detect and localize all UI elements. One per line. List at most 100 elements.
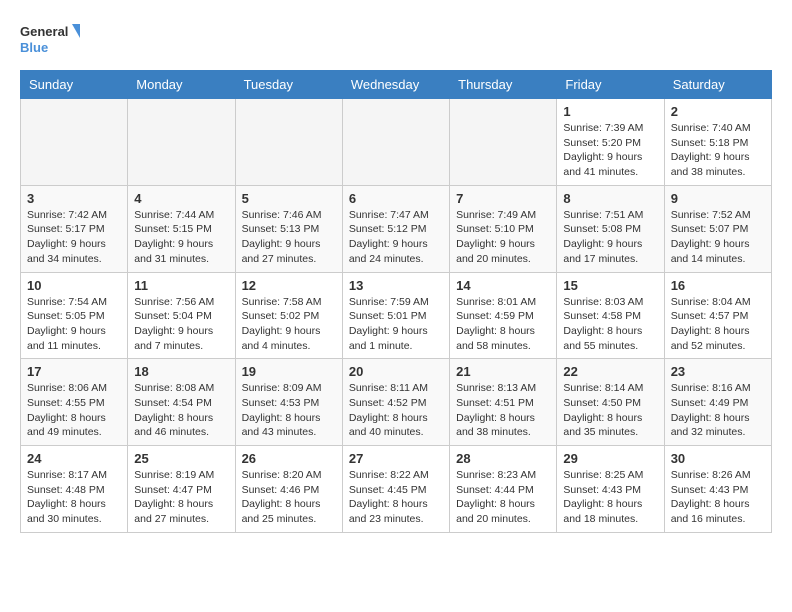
calendar-cell: 10 Sunrise: 7:54 AM Sunset: 5:05 PM Dayli… (21, 272, 128, 359)
day-number: 10 (27, 278, 121, 293)
day-number: 29 (563, 451, 657, 466)
header-monday: Monday (128, 71, 235, 99)
day-info: Sunrise: 7:46 AM Sunset: 5:13 PM Dayligh… (242, 208, 336, 267)
calendar-cell: 16 Sunrise: 8:04 AM Sunset: 4:57 PM Dayli… (664, 272, 771, 359)
day-number: 11 (134, 278, 228, 293)
calendar-cell (128, 99, 235, 186)
calendar-cell: 19 Sunrise: 8:09 AM Sunset: 4:53 PM Dayli… (235, 359, 342, 446)
day-info: Sunrise: 8:03 AM Sunset: 4:58 PM Dayligh… (563, 295, 657, 354)
week-row-4: 17Sunrise: 8:06 AM Sunset: 4:55 PM Dayli… (21, 359, 772, 446)
header-tuesday: Tuesday (235, 71, 342, 99)
day-number: 15 (563, 278, 657, 293)
calendar-cell: 11 Sunrise: 7:56 AM Sunset: 5:04 PM Dayli… (128, 272, 235, 359)
day-number: 22 (563, 364, 657, 379)
day-number: 28 (456, 451, 550, 466)
calendar-cell: 17Sunrise: 8:06 AM Sunset: 4:55 PM Dayli… (21, 359, 128, 446)
calendar-cell: 29Sunrise: 8:25 AM Sunset: 4:43 PM Dayli… (557, 446, 664, 533)
week-row-5: 24 Sunrise: 8:17 AM Sunset: 4:48 PM Dayli… (21, 446, 772, 533)
day-number: 19 (242, 364, 336, 379)
header-friday: Friday (557, 71, 664, 99)
week-row-1: 1 Sunrise: 7:39 AM Sunset: 5:20 PM Daylig… (21, 99, 772, 186)
day-info: Sunrise: 8:01 AM Sunset: 4:59 PM Dayligh… (456, 295, 550, 354)
day-info: Sunrise: 8:26 AM Sunset: 4:43 PM Dayligh… (671, 468, 765, 527)
week-row-2: 3Sunrise: 7:42 AM Sunset: 5:17 PM Daylig… (21, 185, 772, 272)
day-info: Sunrise: 7:59 AM Sunset: 5:01 PM Dayligh… (349, 295, 443, 354)
day-info: Sunrise: 8:19 AM Sunset: 4:47 PM Dayligh… (134, 468, 228, 527)
day-info: Sunrise: 8:17 AM Sunset: 4:48 PM Dayligh… (27, 468, 121, 527)
calendar-cell: 24 Sunrise: 8:17 AM Sunset: 4:48 PM Dayli… (21, 446, 128, 533)
day-info: Sunrise: 7:39 AM Sunset: 5:20 PM Dayligh… (563, 121, 657, 180)
day-info: Sunrise: 7:42 AM Sunset: 5:17 PM Dayligh… (27, 208, 121, 267)
page-header: General Blue (20, 20, 772, 60)
calendar-cell: 23Sunrise: 8:16 AM Sunset: 4:49 PM Dayli… (664, 359, 771, 446)
day-number: 4 (134, 191, 228, 206)
calendar-cell: 5 Sunrise: 7:46 AM Sunset: 5:13 PM Daylig… (235, 185, 342, 272)
calendar-cell: 13 Sunrise: 7:59 AM Sunset: 5:01 PM Dayli… (342, 272, 449, 359)
logo-svg: General Blue (20, 20, 80, 60)
calendar-cell: 21 Sunrise: 8:13 AM Sunset: 4:51 PM Dayli… (450, 359, 557, 446)
calendar-cell: 27 Sunrise: 8:22 AM Sunset: 4:45 PM Dayli… (342, 446, 449, 533)
day-info: Sunrise: 8:14 AM Sunset: 4:50 PM Dayligh… (563, 381, 657, 440)
day-info: Sunrise: 7:49 AM Sunset: 5:10 PM Dayligh… (456, 208, 550, 267)
calendar-cell: 3Sunrise: 7:42 AM Sunset: 5:17 PM Daylig… (21, 185, 128, 272)
day-number: 9 (671, 191, 765, 206)
calendar-cell (342, 99, 449, 186)
day-info: Sunrise: 7:58 AM Sunset: 5:02 PM Dayligh… (242, 295, 336, 354)
calendar-cell: 28 Sunrise: 8:23 AM Sunset: 4:44 PM Dayli… (450, 446, 557, 533)
logo: General Blue (20, 20, 80, 60)
day-number: 21 (456, 364, 550, 379)
day-number: 12 (242, 278, 336, 293)
day-number: 5 (242, 191, 336, 206)
day-info: Sunrise: 8:11 AM Sunset: 4:52 PM Dayligh… (349, 381, 443, 440)
calendar-cell: 14 Sunrise: 8:01 AM Sunset: 4:59 PM Dayli… (450, 272, 557, 359)
calendar-cell: 30 Sunrise: 8:26 AM Sunset: 4:43 PM Dayli… (664, 446, 771, 533)
calendar-cell: 2 Sunrise: 7:40 AM Sunset: 5:18 PM Daylig… (664, 99, 771, 186)
day-info: Sunrise: 7:56 AM Sunset: 5:04 PM Dayligh… (134, 295, 228, 354)
day-number: 7 (456, 191, 550, 206)
calendar-cell: 6 Sunrise: 7:47 AM Sunset: 5:12 PM Daylig… (342, 185, 449, 272)
day-info: Sunrise: 8:23 AM Sunset: 4:44 PM Dayligh… (456, 468, 550, 527)
header-sunday: Sunday (21, 71, 128, 99)
calendar-cell: 1 Sunrise: 7:39 AM Sunset: 5:20 PM Daylig… (557, 99, 664, 186)
calendar-cell: 12 Sunrise: 7:58 AM Sunset: 5:02 PM Dayli… (235, 272, 342, 359)
day-number: 8 (563, 191, 657, 206)
day-number: 23 (671, 364, 765, 379)
day-info: Sunrise: 8:06 AM Sunset: 4:55 PM Dayligh… (27, 381, 121, 440)
day-number: 14 (456, 278, 550, 293)
day-number: 1 (563, 104, 657, 119)
day-number: 26 (242, 451, 336, 466)
day-info: Sunrise: 8:08 AM Sunset: 4:54 PM Dayligh… (134, 381, 228, 440)
day-info: Sunrise: 7:44 AM Sunset: 5:15 PM Dayligh… (134, 208, 228, 267)
calendar-cell (21, 99, 128, 186)
calendar-cell: 18 Sunrise: 8:08 AM Sunset: 4:54 PM Dayli… (128, 359, 235, 446)
calendar-cell: 9Sunrise: 7:52 AM Sunset: 5:07 PM Daylig… (664, 185, 771, 272)
day-number: 30 (671, 451, 765, 466)
day-info: Sunrise: 7:40 AM Sunset: 5:18 PM Dayligh… (671, 121, 765, 180)
calendar-cell (235, 99, 342, 186)
day-info: Sunrise: 8:09 AM Sunset: 4:53 PM Dayligh… (242, 381, 336, 440)
week-row-3: 10 Sunrise: 7:54 AM Sunset: 5:05 PM Dayli… (21, 272, 772, 359)
calendar-cell: 8 Sunrise: 7:51 AM Sunset: 5:08 PM Daylig… (557, 185, 664, 272)
header-wednesday: Wednesday (342, 71, 449, 99)
day-info: Sunrise: 8:22 AM Sunset: 4:45 PM Dayligh… (349, 468, 443, 527)
day-number: 6 (349, 191, 443, 206)
day-info: Sunrise: 8:04 AM Sunset: 4:57 PM Dayligh… (671, 295, 765, 354)
day-info: Sunrise: 8:13 AM Sunset: 4:51 PM Dayligh… (456, 381, 550, 440)
day-number: 27 (349, 451, 443, 466)
day-number: 24 (27, 451, 121, 466)
calendar-header-row: SundayMondayTuesdayWednesdayThursdayFrid… (21, 71, 772, 99)
day-number: 18 (134, 364, 228, 379)
day-number: 25 (134, 451, 228, 466)
day-info: Sunrise: 7:54 AM Sunset: 5:05 PM Dayligh… (27, 295, 121, 354)
day-number: 2 (671, 104, 765, 119)
calendar-cell: 15 Sunrise: 8:03 AM Sunset: 4:58 PM Dayli… (557, 272, 664, 359)
day-number: 20 (349, 364, 443, 379)
day-info: Sunrise: 7:47 AM Sunset: 5:12 PM Dayligh… (349, 208, 443, 267)
day-number: 13 (349, 278, 443, 293)
svg-text:Blue: Blue (20, 40, 48, 55)
calendar-table: SundayMondayTuesdayWednesdayThursdayFrid… (20, 70, 772, 533)
calendar-cell: 22 Sunrise: 8:14 AM Sunset: 4:50 PM Dayli… (557, 359, 664, 446)
day-info: Sunrise: 7:51 AM Sunset: 5:08 PM Dayligh… (563, 208, 657, 267)
day-number: 16 (671, 278, 765, 293)
calendar-cell: 26Sunrise: 8:20 AM Sunset: 4:46 PM Dayli… (235, 446, 342, 533)
